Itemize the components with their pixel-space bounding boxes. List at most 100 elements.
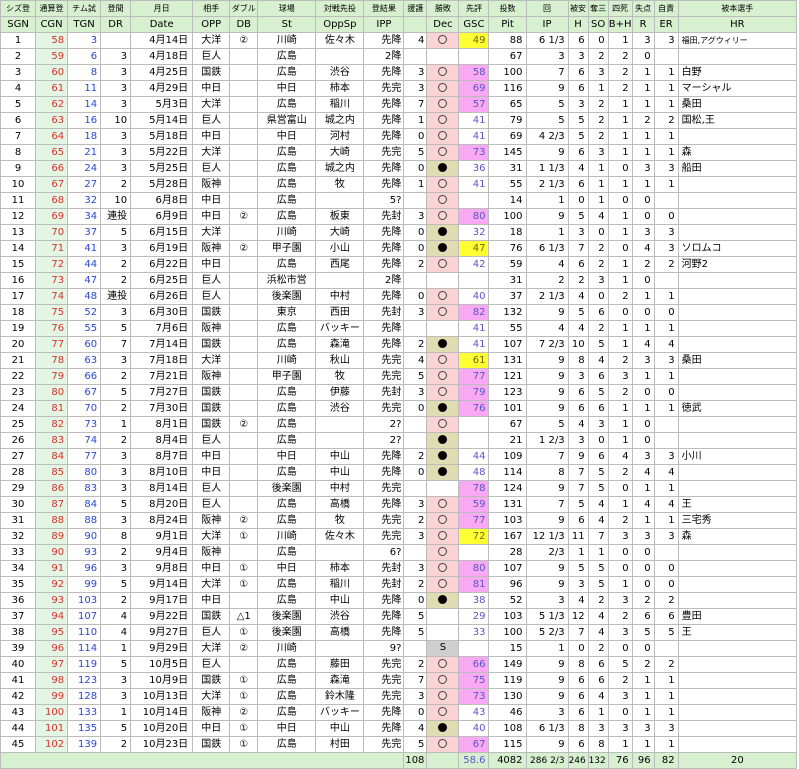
table-row: 3 60 8 3 4月25日 国鉄 広島 渋谷 先降 3 58 100 7 6 3 2 1 1 白野 bbox=[0, 64, 798, 81]
doubleheader-cell: ① bbox=[229, 720, 259, 737]
career-game-number-cell: 93 bbox=[35, 592, 69, 609]
doubleheader-cell: ② bbox=[229, 32, 259, 49]
game-date-cell: 10月20日 bbox=[130, 720, 194, 737]
column-header-jp: 奪三 bbox=[587, 0, 609, 17]
earned-runs-cell: 0 bbox=[653, 304, 679, 321]
earned-runs-cell: 1 bbox=[653, 64, 679, 81]
runs-cell: 0 bbox=[631, 544, 655, 561]
column-header-jp: シズ登 bbox=[0, 0, 37, 17]
walks-hbp-cell: 2 bbox=[607, 352, 633, 369]
opposing-starter-cell: 城之内 bbox=[315, 160, 365, 177]
table-row: 44 101 135 5 10月20日 中日 ① 中日 中山 先降 4 40 108 6 1/3 8 3 3 3 3 bbox=[0, 720, 798, 737]
walks-hbp-cell: 1 bbox=[607, 208, 633, 225]
walks-hbp-cell: 0 bbox=[607, 160, 633, 177]
innings-pitched-cell: 9 bbox=[525, 144, 569, 161]
season-game-number-cell: 36 bbox=[0, 592, 37, 609]
table-row: 35 92 99 5 9月14日 大洋 ① 広島 稲川 先封 2 81 96 9 3 5 1 0 0 bbox=[0, 576, 798, 593]
hits-allowed-cell: 4 bbox=[567, 288, 589, 305]
walks-hbp-cell: 2 bbox=[607, 464, 633, 481]
innings-pitched-cell: 7 bbox=[525, 496, 569, 513]
days-rest-cell: 3 bbox=[100, 304, 132, 321]
appearance-result-cell: 先降 bbox=[363, 176, 405, 193]
earned-runs-cell bbox=[653, 416, 679, 433]
game-date-cell: 6月30日 bbox=[130, 304, 194, 321]
doubleheader-cell: ② bbox=[229, 208, 259, 225]
game-score-cell: 41 bbox=[458, 128, 490, 145]
stadium-cell: 広島 bbox=[257, 496, 317, 513]
strikeouts-cell: 3 bbox=[587, 144, 609, 161]
game-score-cell: 40 bbox=[458, 288, 490, 305]
appearance-result-cell: 2? bbox=[363, 416, 405, 433]
table-row: 2 59 6 3 4月18日 巨人 広島 2降 67 3 3 2 2 0 bbox=[0, 48, 798, 65]
days-rest-cell: 3 bbox=[100, 560, 132, 577]
career-game-number-cell: 81 bbox=[35, 400, 69, 417]
opposing-starter-cell: 秋山 bbox=[315, 352, 365, 369]
career-game-number-cell: 74 bbox=[35, 288, 69, 305]
career-game-number-cell: 94 bbox=[35, 608, 69, 625]
loss-dot-icon bbox=[438, 451, 448, 460]
game-score-cell: 41 bbox=[458, 336, 490, 353]
innings-pitched-cell: 2 1/3 bbox=[525, 288, 569, 305]
win-circle-icon bbox=[438, 307, 448, 316]
earned-runs-cell: 3 bbox=[653, 240, 679, 257]
game-date-cell: 8月4日 bbox=[130, 432, 194, 449]
decision-cell bbox=[426, 448, 460, 465]
days-rest-cell: 3 bbox=[100, 128, 132, 145]
table-row: 6 63 16 10 5月14日 巨人 県営富山 城之内 先降 1 41 79 5 5 2 1 2 2 国松,王 bbox=[0, 112, 798, 129]
days-rest-cell: 3 bbox=[100, 48, 132, 65]
days-rest-cell: 5 bbox=[100, 320, 132, 337]
strikeouts-cell: 1 bbox=[587, 176, 609, 193]
opponent-cell: 中日 bbox=[192, 80, 231, 97]
decision-cell bbox=[426, 64, 460, 81]
hits-allowed-cell: 10 bbox=[567, 336, 589, 353]
doubleheader-cell: ① bbox=[229, 624, 259, 641]
team-game-number-cell: 70 bbox=[67, 400, 102, 417]
career-game-number-cell: 68 bbox=[35, 192, 69, 209]
team-game-number-cell: 32 bbox=[67, 192, 102, 209]
walks-hbp-cell: 1 bbox=[607, 736, 633, 753]
days-rest-cell: 3 bbox=[100, 480, 132, 497]
season-game-number-cell: 1 bbox=[0, 32, 37, 49]
run-support-cell: 0 bbox=[403, 160, 428, 177]
season-game-number-cell: 15 bbox=[0, 256, 37, 273]
decision-cell bbox=[426, 560, 460, 577]
opposing-starter-cell: 高橋 bbox=[315, 496, 365, 513]
game-score-cell: 48 bbox=[458, 464, 490, 481]
hits-allowed-cell: 6 bbox=[567, 704, 589, 721]
team-game-number-cell: 103 bbox=[67, 592, 102, 609]
season-game-number-cell: 33 bbox=[0, 544, 37, 561]
runs-cell: 3 bbox=[631, 352, 655, 369]
career-game-number-cell: 79 bbox=[35, 368, 69, 385]
season-game-number-cell: 43 bbox=[0, 704, 37, 721]
home-runs-allowed-cell bbox=[677, 432, 798, 449]
run-support-cell: 3 bbox=[403, 80, 428, 97]
opponent-cell: 阪神 bbox=[192, 240, 231, 257]
win-circle-icon bbox=[438, 115, 448, 124]
column-header-en: OppSp bbox=[315, 16, 365, 33]
earned-runs-cell: 3 bbox=[653, 224, 679, 241]
home-runs-allowed-cell bbox=[677, 192, 798, 209]
season-game-number-cell: 19 bbox=[0, 320, 37, 337]
walks-hbp-cell: 2 bbox=[607, 288, 633, 305]
column-header-jp: 四死 bbox=[607, 0, 633, 17]
career-game-number-cell: 61 bbox=[35, 80, 69, 97]
home-runs-allowed-cell: 河野2 bbox=[677, 256, 798, 273]
season-game-number-cell: 37 bbox=[0, 608, 37, 625]
appearance-result-cell: 先完 bbox=[363, 480, 405, 497]
game-date-cell: 10月5日 bbox=[130, 656, 194, 673]
run-support-cell: 2 bbox=[403, 336, 428, 353]
earned-runs-cell: 1 bbox=[653, 80, 679, 97]
days-rest-cell: 3 bbox=[100, 80, 132, 97]
table-row: 38 95 110 4 9月27日 巨人 ① 後楽園 高橋 先降 5 33 100 5 2/3 7 4 3 5 5 王 bbox=[0, 624, 798, 641]
opponent-cell: 中日 bbox=[192, 592, 231, 609]
days-rest-cell: 5 bbox=[100, 720, 132, 737]
game-date-cell: 9月1日 bbox=[130, 528, 194, 545]
column-header-jp: 勝敗 bbox=[426, 0, 460, 17]
career-game-number-cell: 98 bbox=[35, 672, 69, 689]
home-runs-allowed-cell bbox=[677, 464, 798, 481]
doubleheader-cell: ① bbox=[229, 528, 259, 545]
opponent-cell: 国鉄 bbox=[192, 384, 231, 401]
team-game-number-cell: 18 bbox=[67, 128, 102, 145]
runs-cell: 4 bbox=[631, 240, 655, 257]
appearance-result-cell: 先降 bbox=[363, 64, 405, 81]
